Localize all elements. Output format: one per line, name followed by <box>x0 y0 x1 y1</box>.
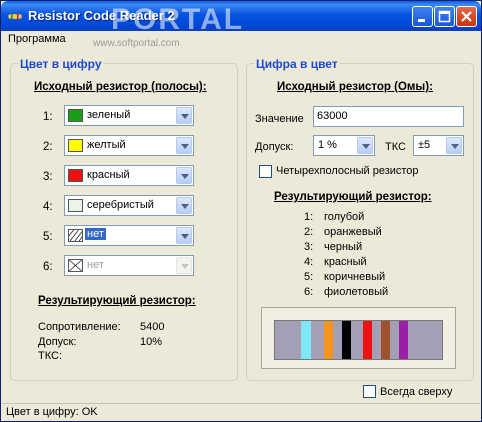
resistor-preview <box>274 320 443 360</box>
band-4-value: серебристый <box>87 199 154 211</box>
close-button[interactable] <box>456 6 477 27</box>
right-result-heading: Результирующий резистор: <box>274 191 432 203</box>
tolerance-label: Допуск: <box>38 336 77 348</box>
menu-bar: Программа <box>2 31 480 48</box>
band-6-value: нет <box>87 259 104 271</box>
result-band-4-num: 4: <box>304 256 314 268</box>
maximize-button[interactable] <box>434 6 455 27</box>
result-band-6-num: 6: <box>304 286 314 298</box>
band-1-value: зеленый <box>87 109 131 121</box>
result-band-2-value: оранжевый <box>324 226 382 238</box>
tks-label: ТКС: <box>38 350 63 362</box>
number-to-color-title: Цифра в цвет <box>254 57 340 71</box>
band-4-label: 4: <box>43 201 53 213</box>
chevron-down-icon[interactable] <box>176 137 192 154</box>
band-6-swatch-cross-icon <box>68 259 83 272</box>
right-tolerance-label: Допуск: <box>255 141 294 153</box>
resistor-band-3 <box>342 321 351 359</box>
resistor-band-4 <box>363 321 372 359</box>
tolerance-select-value: 1 % <box>318 139 337 151</box>
app-icon <box>7 13 23 20</box>
band-2-select[interactable]: желтый <box>64 135 194 156</box>
band-1-select[interactable]: зеленый <box>64 105 194 126</box>
always-on-top-checkbox[interactable] <box>363 385 376 398</box>
result-band-5-value: коричневый <box>324 271 386 283</box>
minimize-button[interactable] <box>412 6 433 27</box>
tolerance-select[interactable]: 1 % <box>313 135 375 156</box>
close-icon <box>461 11 472 22</box>
band-1-swatch <box>68 109 83 122</box>
tks-select[interactable]: ±5 <box>413 135 464 156</box>
menu-program[interactable]: Программа <box>8 33 66 45</box>
chevron-down-icon[interactable] <box>176 257 192 274</box>
band-5-value: нет <box>85 228 106 240</box>
tks-select-value: ±5 <box>418 139 431 151</box>
band-2-label: 2: <box>43 141 53 153</box>
four-band-checkbox[interactable] <box>259 165 272 178</box>
result-band-1-value: голубой <box>324 211 365 223</box>
band-3-value: красный <box>87 169 130 181</box>
band-6-label: 6: <box>43 261 53 273</box>
result-band-3-num: 3: <box>304 241 314 253</box>
band-5-swatch-none-icon <box>68 229 83 242</box>
resistor-band-2 <box>324 321 333 359</box>
always-on-top-label: Всегда сверху <box>380 386 453 398</box>
minimize-icon <box>418 19 425 22</box>
result-band-4-value: красный <box>324 256 367 268</box>
right-tks-label: ТКС <box>385 141 406 153</box>
result-band-1-num: 1: <box>304 211 314 223</box>
source-ohms-heading: Исходный резистор (Омы): <box>277 81 433 93</box>
result-band-3-value: черный <box>324 241 363 253</box>
band-2-value: желтый <box>87 139 126 151</box>
resistor-band-6 <box>399 321 408 359</box>
result-band-6-value: фиолетовый <box>324 286 389 298</box>
watermark-url: www.softportal.com <box>93 38 180 49</box>
band-1-label: 1: <box>43 111 53 123</box>
left-result-heading: Результирующий резистор: <box>38 295 196 307</box>
band-4-select[interactable]: серебристый <box>64 195 194 216</box>
chevron-down-icon[interactable] <box>176 167 192 184</box>
status-bar: Цвет в цифру: OK <box>2 403 480 421</box>
band-3-swatch <box>68 169 83 182</box>
band-5-select[interactable]: нет <box>64 225 194 246</box>
result-band-5-num: 5: <box>304 271 314 283</box>
chevron-down-icon[interactable] <box>357 137 373 154</box>
tolerance-value: 10% <box>140 336 163 348</box>
band-5-label: 5: <box>43 231 53 243</box>
maximize-icon <box>438 10 451 23</box>
app-window: Resistor Code Reader 2 PORTAL Программа … <box>0 0 482 422</box>
resistance-value: 5400 <box>140 321 165 333</box>
four-band-label: Четырехполосный резистор <box>276 165 419 177</box>
band-6-select[interactable]: нет <box>64 255 194 276</box>
window-title: Resistor Code Reader 2 <box>28 8 175 23</box>
resistor-preview-frame <box>261 307 456 369</box>
value-input[interactable]: 63000 <box>313 106 464 127</box>
resistor-band-1 <box>301 321 311 359</box>
result-band-2-num: 2: <box>304 226 314 238</box>
color-to-number-title: Цвет в цифру <box>18 57 104 71</box>
resistor-band-5 <box>381 321 390 359</box>
chevron-down-icon[interactable] <box>176 197 192 214</box>
band-3-select[interactable]: красный <box>64 165 194 186</box>
band-2-swatch <box>68 139 83 152</box>
title-bar[interactable]: Resistor Code Reader 2 PORTAL <box>1 1 481 36</box>
resistance-label: Сопротивление: <box>38 321 121 333</box>
band-3-label: 3: <box>43 171 53 183</box>
chevron-down-icon[interactable] <box>176 227 192 244</box>
source-bands-heading: Исходный резистор (полосы): <box>34 81 207 93</box>
value-label: Значение <box>255 113 304 125</box>
band-4-swatch <box>68 199 83 212</box>
chevron-down-icon[interactable] <box>446 137 462 154</box>
status-text: Цвет в цифру: OK <box>6 406 98 418</box>
chevron-down-icon[interactable] <box>176 107 192 124</box>
